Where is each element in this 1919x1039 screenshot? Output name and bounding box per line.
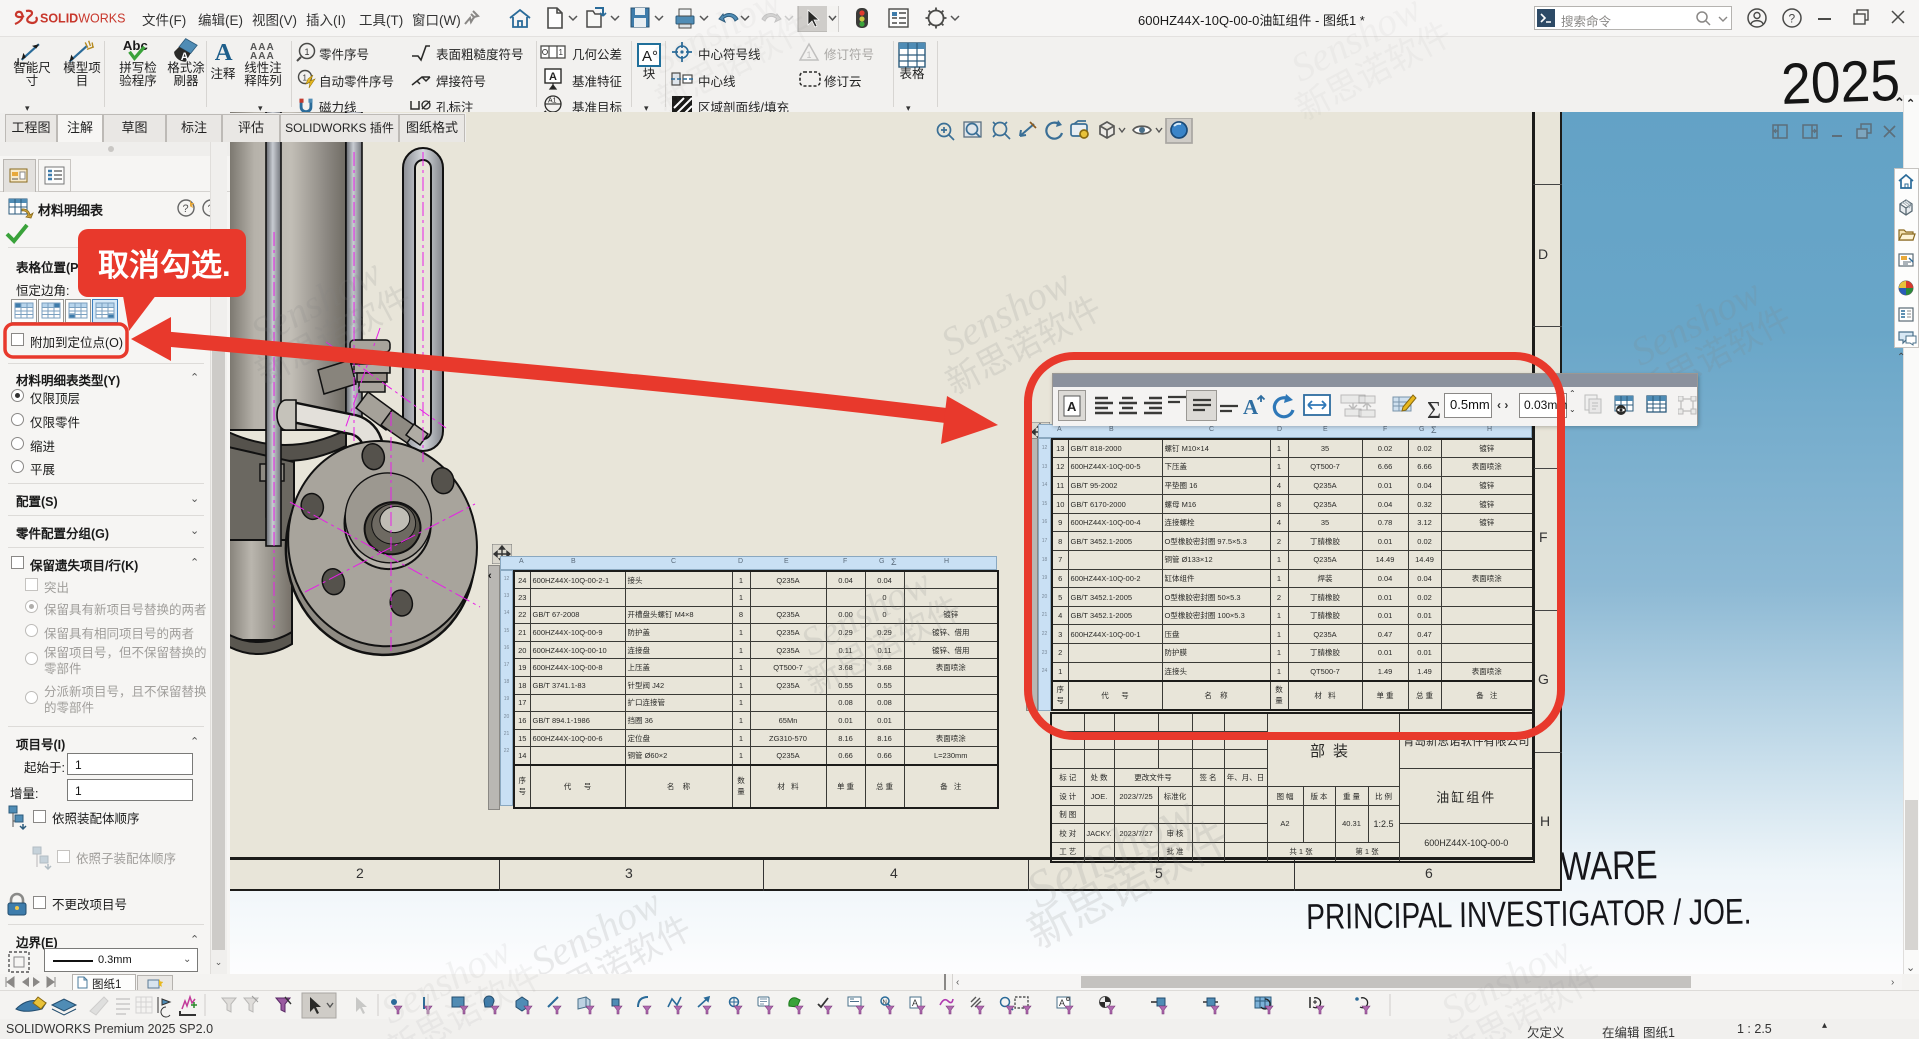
- svg-text:A: A: [215, 39, 233, 65]
- svg-text:A: A: [1243, 395, 1259, 419]
- svg-text:1: 1: [807, 50, 812, 60]
- svg-text:A°: A°: [642, 48, 658, 65]
- svg-text:A: A: [1059, 998, 1065, 1008]
- svg-text:A1: A1: [548, 98, 557, 105]
- svg-text:Abc: Abc: [123, 38, 148, 53]
- svg-text:Σ: Σ: [1427, 398, 1441, 421]
- svg-text:1: 1: [559, 48, 564, 57]
- svg-text:?: ?: [1789, 12, 1796, 26]
- svg-text:A: A: [1067, 399, 1077, 414]
- svg-text:N: N: [883, 1000, 887, 1006]
- svg-text:1: 1: [305, 47, 310, 57]
- svg-text:A: A: [549, 71, 557, 83]
- svg-text:?: ?: [183, 203, 189, 215]
- svg-text:SOLIDWORKS: SOLIDWORKS: [40, 12, 125, 26]
- svg-text:1: 1: [303, 74, 308, 83]
